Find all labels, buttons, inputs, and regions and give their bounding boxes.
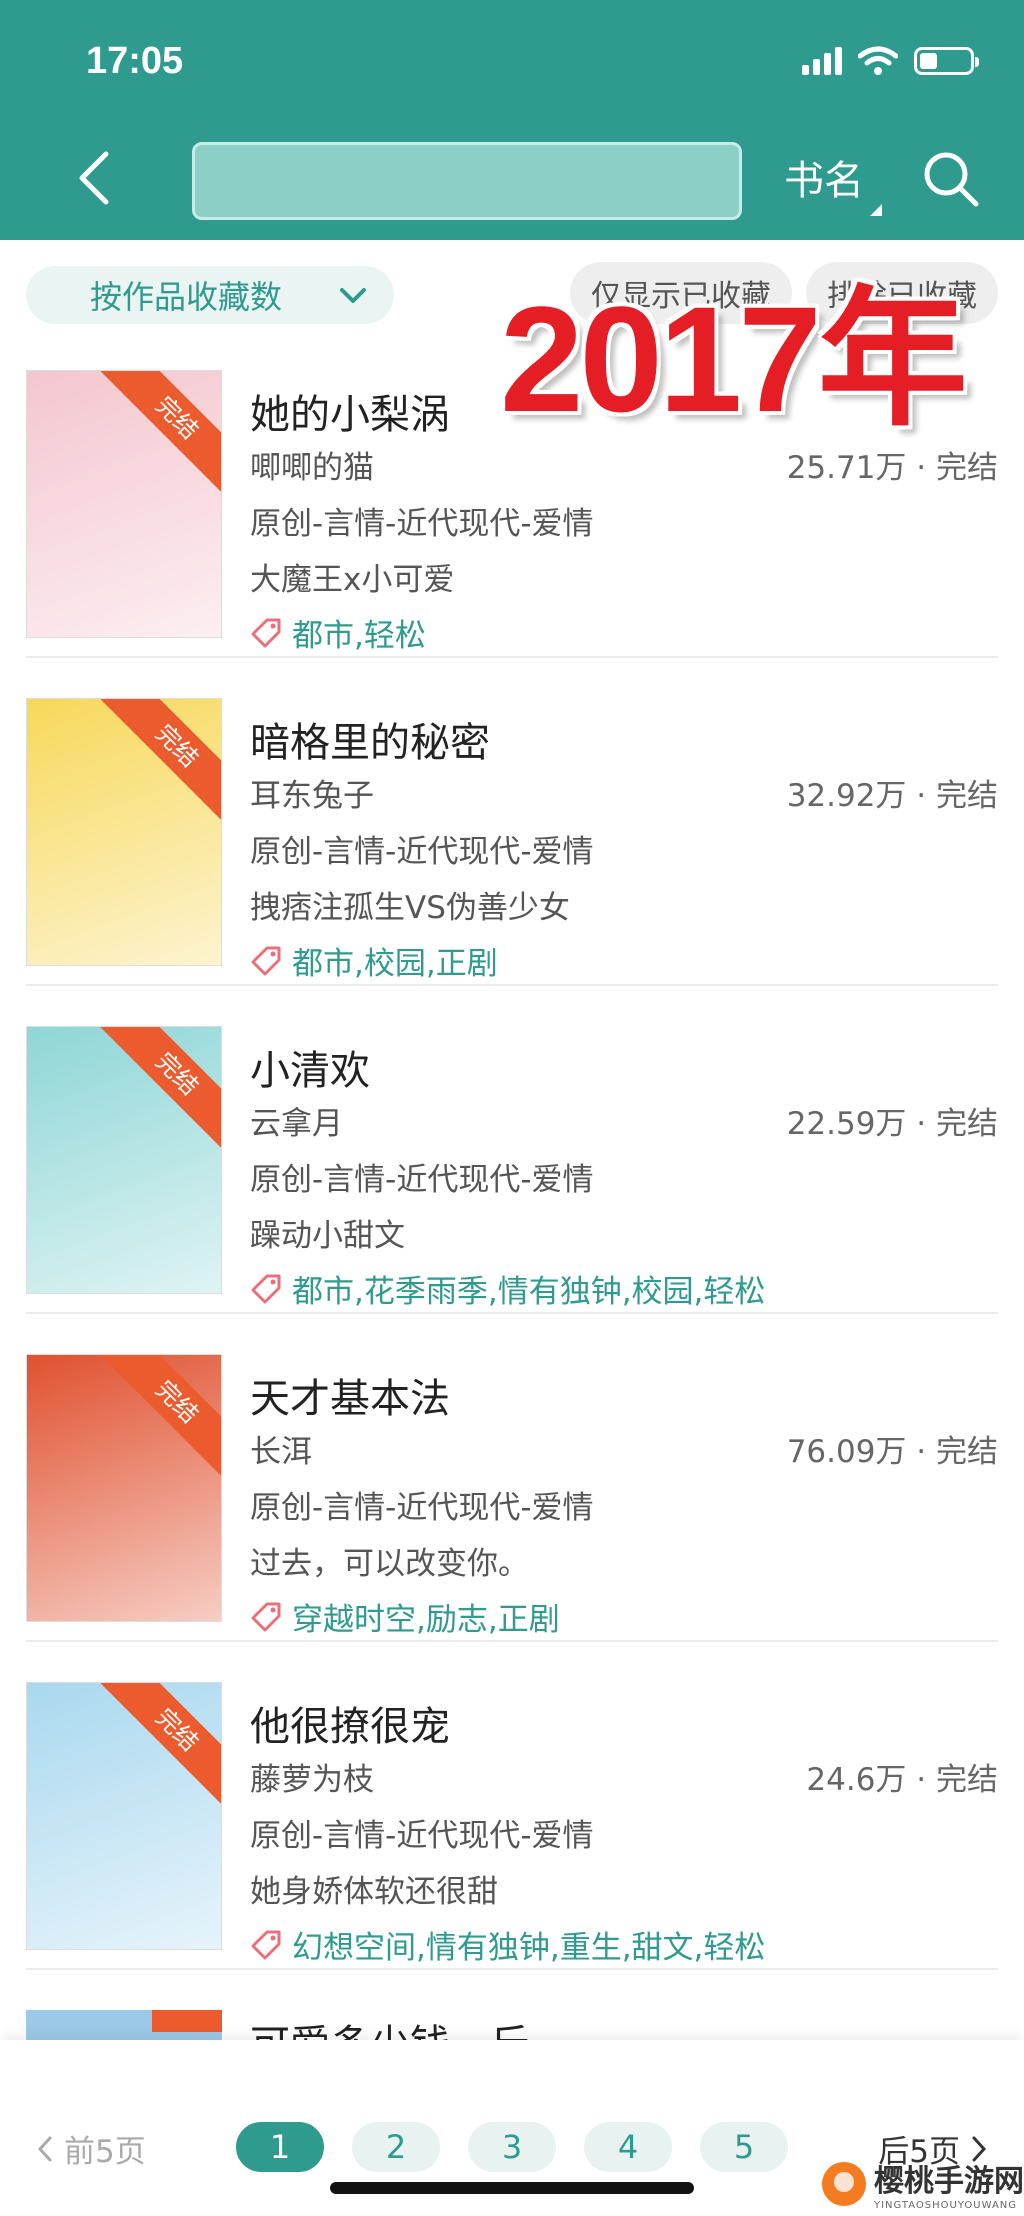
prev-pages-label: 前5页 [64,2134,146,2170]
back-button[interactable] [72,148,116,208]
book-tagline: 她身娇体软还很甜 [250,1874,498,1910]
book-author: 唧唧的猫 [250,450,374,486]
search-icon[interactable] [922,150,980,208]
book-stats: 76.09万 · 完结 [786,1434,998,1470]
page-button-3[interactable]: 3 [468,2122,556,2172]
book-author: 耳东兔子 [250,778,374,814]
page-button-2[interactable]: 2 [352,2122,440,2172]
book-tags: 都市,花季雨季,情有独钟,校园,轻松 [250,1266,765,1311]
watermark-text: 樱桃手游网 [874,2164,1024,2199]
book-tagline: 拽痞注孤生VS伪善少女 [250,890,570,926]
book-tags: 穿越时空,励志,正剧 [250,1594,560,1639]
prev-pages-button[interactable]: 前5页 [36,2126,146,2171]
book-tags-text: 都市,校园,正剧 [292,946,498,982]
book-list-item[interactable]: 完结 暗格里的秘密 耳东兔子 32.92万 · 完结 原创-言情-近代现代-爱情… [0,658,1024,986]
pagination-bar: 前5页 12345 后5页 樱桃手游网 YINGTAOSHOUYOUWANG [0,2040,1024,2216]
book-title: 暗格里的秘密 [250,720,490,766]
book-tagline: 躁动小甜文 [250,1218,405,1254]
search-input[interactable] [195,145,739,217]
app-header: 17:05 书名 [0,0,1024,240]
page-button-1[interactable]: 1 [236,2122,324,2172]
page-button-5[interactable]: 5 [700,2122,788,2172]
book-stats: 22.59万 · 完结 [786,1106,998,1142]
book-tags-text: 穿越时空,励志,正剧 [292,1602,560,1638]
book-cover: 完结 [26,1682,222,1950]
home-indicator [330,2182,694,2194]
chevron-down-icon [340,288,366,303]
book-stats: 24.6万 · 完结 [806,1762,998,1798]
book-category: 原创-言情-近代现代-爱情 [250,1162,594,1198]
book-list-item[interactable]: 完结 他很撩很宠 藤萝为枝 24.6万 · 完结 原创-言情-近代现代-爱情 她… [0,1642,1024,1970]
book-tagline: 大魔王x小可爱 [250,562,455,598]
battery-icon [914,47,979,75]
signal-icon [802,47,842,75]
book-title: 小清欢 [250,1048,370,1094]
search-field-label: 书名 [784,158,864,204]
watermark-subtext: YINGTAOSHOUYOUWANG [874,2200,1018,2211]
tag-icon [251,946,281,975]
wifi-icon [858,46,898,75]
book-stats: 32.92万 · 完结 [786,778,998,814]
divider [26,1968,998,1970]
sort-label: 按作品收藏数 [90,278,283,316]
status-icons [802,46,979,76]
book-list-item[interactable]: 完结 小清欢 云拿月 22.59万 · 完结 原创-言情-近代现代-爱情 躁动小… [0,986,1024,1314]
book-cover: 完结 [26,698,222,966]
sort-dropdown[interactable]: 按作品收藏数 [26,266,394,324]
book-stats: 25.71万 · 完结 [786,450,998,486]
book-cover: 完结 [26,1354,222,1622]
book-tagline: 过去，可以改变你。 [250,1546,529,1582]
book-author: 云拿月 [250,1106,343,1142]
book-list-item[interactable]: 完结 天才基本法 长洱 76.09万 · 完结 原创-言情-近代现代-爱情 过去… [0,1314,1024,1642]
tag-icon [251,1602,281,1631]
status-time: 17:05 [86,40,184,82]
book-author: 藤萝为枝 [250,1762,374,1798]
search-field-select[interactable]: 书名 [784,148,882,216]
page-button-4[interactable]: 4 [584,2122,672,2172]
book-cover: 完结 [26,370,222,638]
book-cover: 完结 [26,1026,222,1294]
watermark: 樱桃手游网 YINGTAOSHOUYOUWANG [822,2156,1024,2211]
dropdown-triangle-icon [870,204,882,216]
book-category: 原创-言情-近代现代-爱情 [250,1818,594,1854]
chevron-left-icon [37,2136,52,2161]
tag-icon [251,1930,281,1959]
tag-icon [251,1274,281,1303]
book-category: 原创-言情-近代现代-爱情 [250,1490,594,1526]
book-tags-text: 都市,花季雨季,情有独钟,校园,轻松 [292,1274,766,1310]
book-category: 原创-言情-近代现代-爱情 [250,834,594,870]
book-tags-text: 都市,轻松 [292,618,426,654]
tag-icon [251,618,281,647]
book-title: 她的小梨涡 [250,392,450,438]
cherry-logo-icon [822,2161,866,2206]
book-tags: 都市,校园,正剧 [250,938,498,983]
book-author: 长洱 [250,1434,312,1470]
book-tags: 幻想空间,情有独钟,重生,甜文,轻松 [250,1922,765,1967]
book-category: 原创-言情-近代现代-爱情 [250,506,594,542]
search-box[interactable] [192,142,742,220]
book-tags-text: 幻想空间,情有独钟,重生,甜文,轻松 [292,1930,766,1966]
book-list-item[interactable]: 完结 她的小梨涡 唧唧的猫 25.71万 · 完结 原创-言情-近代现代-爱情 … [0,330,1024,658]
book-title: 他很撩很宠 [250,1704,450,1750]
book-tags: 都市,轻松 [250,610,426,655]
book-title: 天才基本法 [250,1376,450,1422]
